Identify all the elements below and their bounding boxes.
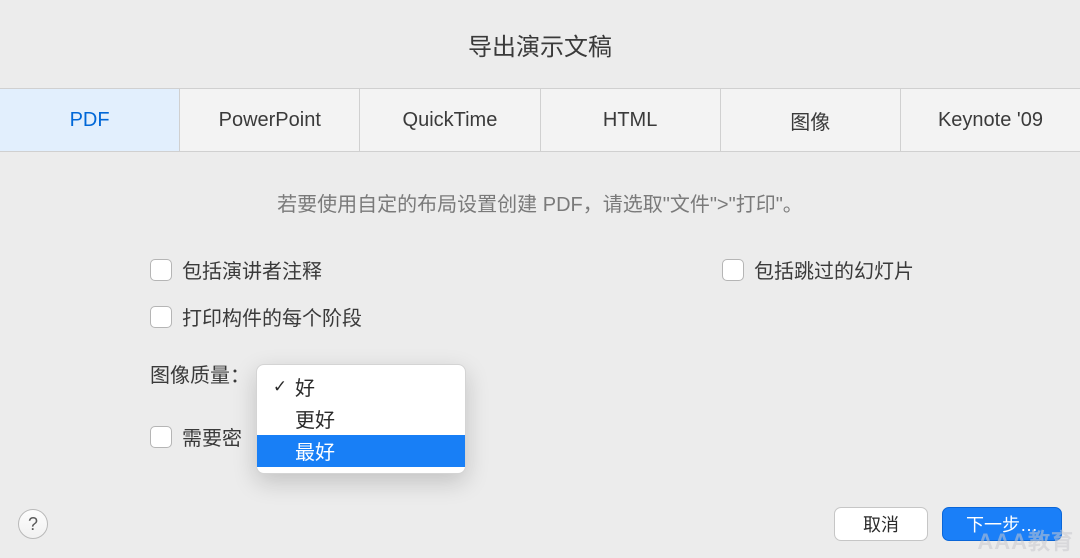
quality-option-best[interactable]: 最好 (257, 435, 465, 467)
checkbox-require-password[interactable] (150, 426, 172, 448)
quality-option-label: 更好 (295, 404, 335, 433)
export-format-tabs: PDF PowerPoint QuickTime HTML 图像 Keynote… (0, 88, 1080, 152)
label-presenter-notes: 包括演讲者注释 (182, 255, 322, 284)
help-button[interactable]: ? (18, 509, 48, 539)
footer: ? 取消 下一步… (0, 500, 1080, 558)
quality-option-better[interactable]: 更好 (257, 403, 465, 435)
hint-text: 若要使用自定的布局设置创建 PDF，请选取"文件">"打印"。 (150, 188, 930, 217)
image-quality-dropdown: ✓ 好 更好 最好 (256, 364, 466, 474)
tab-images[interactable]: 图像 (721, 89, 901, 151)
next-button[interactable]: 下一步… (942, 507, 1062, 541)
quality-option-label: 最好 (295, 436, 335, 465)
label-skipped-slides: 包括跳过的幻灯片 (754, 255, 914, 284)
label-print-stages: 打印构件的每个阶段 (182, 302, 362, 331)
checkbox-presenter-notes[interactable] (150, 259, 172, 281)
content-area: 若要使用自定的布局设置创建 PDF，请选取"文件">"打印"。 包括演讲者注释 … (0, 152, 1080, 451)
dialog-title: 导出演示文稿 (0, 0, 1080, 88)
tab-pdf[interactable]: PDF (0, 89, 180, 151)
label-require-password: 需要密 (182, 422, 242, 451)
checkbox-print-stages[interactable] (150, 306, 172, 328)
checkbox-skipped-slides[interactable] (722, 259, 744, 281)
quality-option-good[interactable]: ✓ 好 (257, 371, 465, 403)
cancel-button[interactable]: 取消 (834, 507, 928, 541)
label-image-quality: 图像质量： (150, 359, 250, 388)
tab-html[interactable]: HTML (541, 89, 721, 151)
tab-keynote09[interactable]: Keynote '09 (901, 89, 1080, 151)
tab-quicktime[interactable]: QuickTime (360, 89, 540, 151)
checkmark-icon: ✓ (271, 377, 289, 397)
tab-powerpoint[interactable]: PowerPoint (180, 89, 360, 151)
quality-option-label: 好 (295, 372, 315, 401)
